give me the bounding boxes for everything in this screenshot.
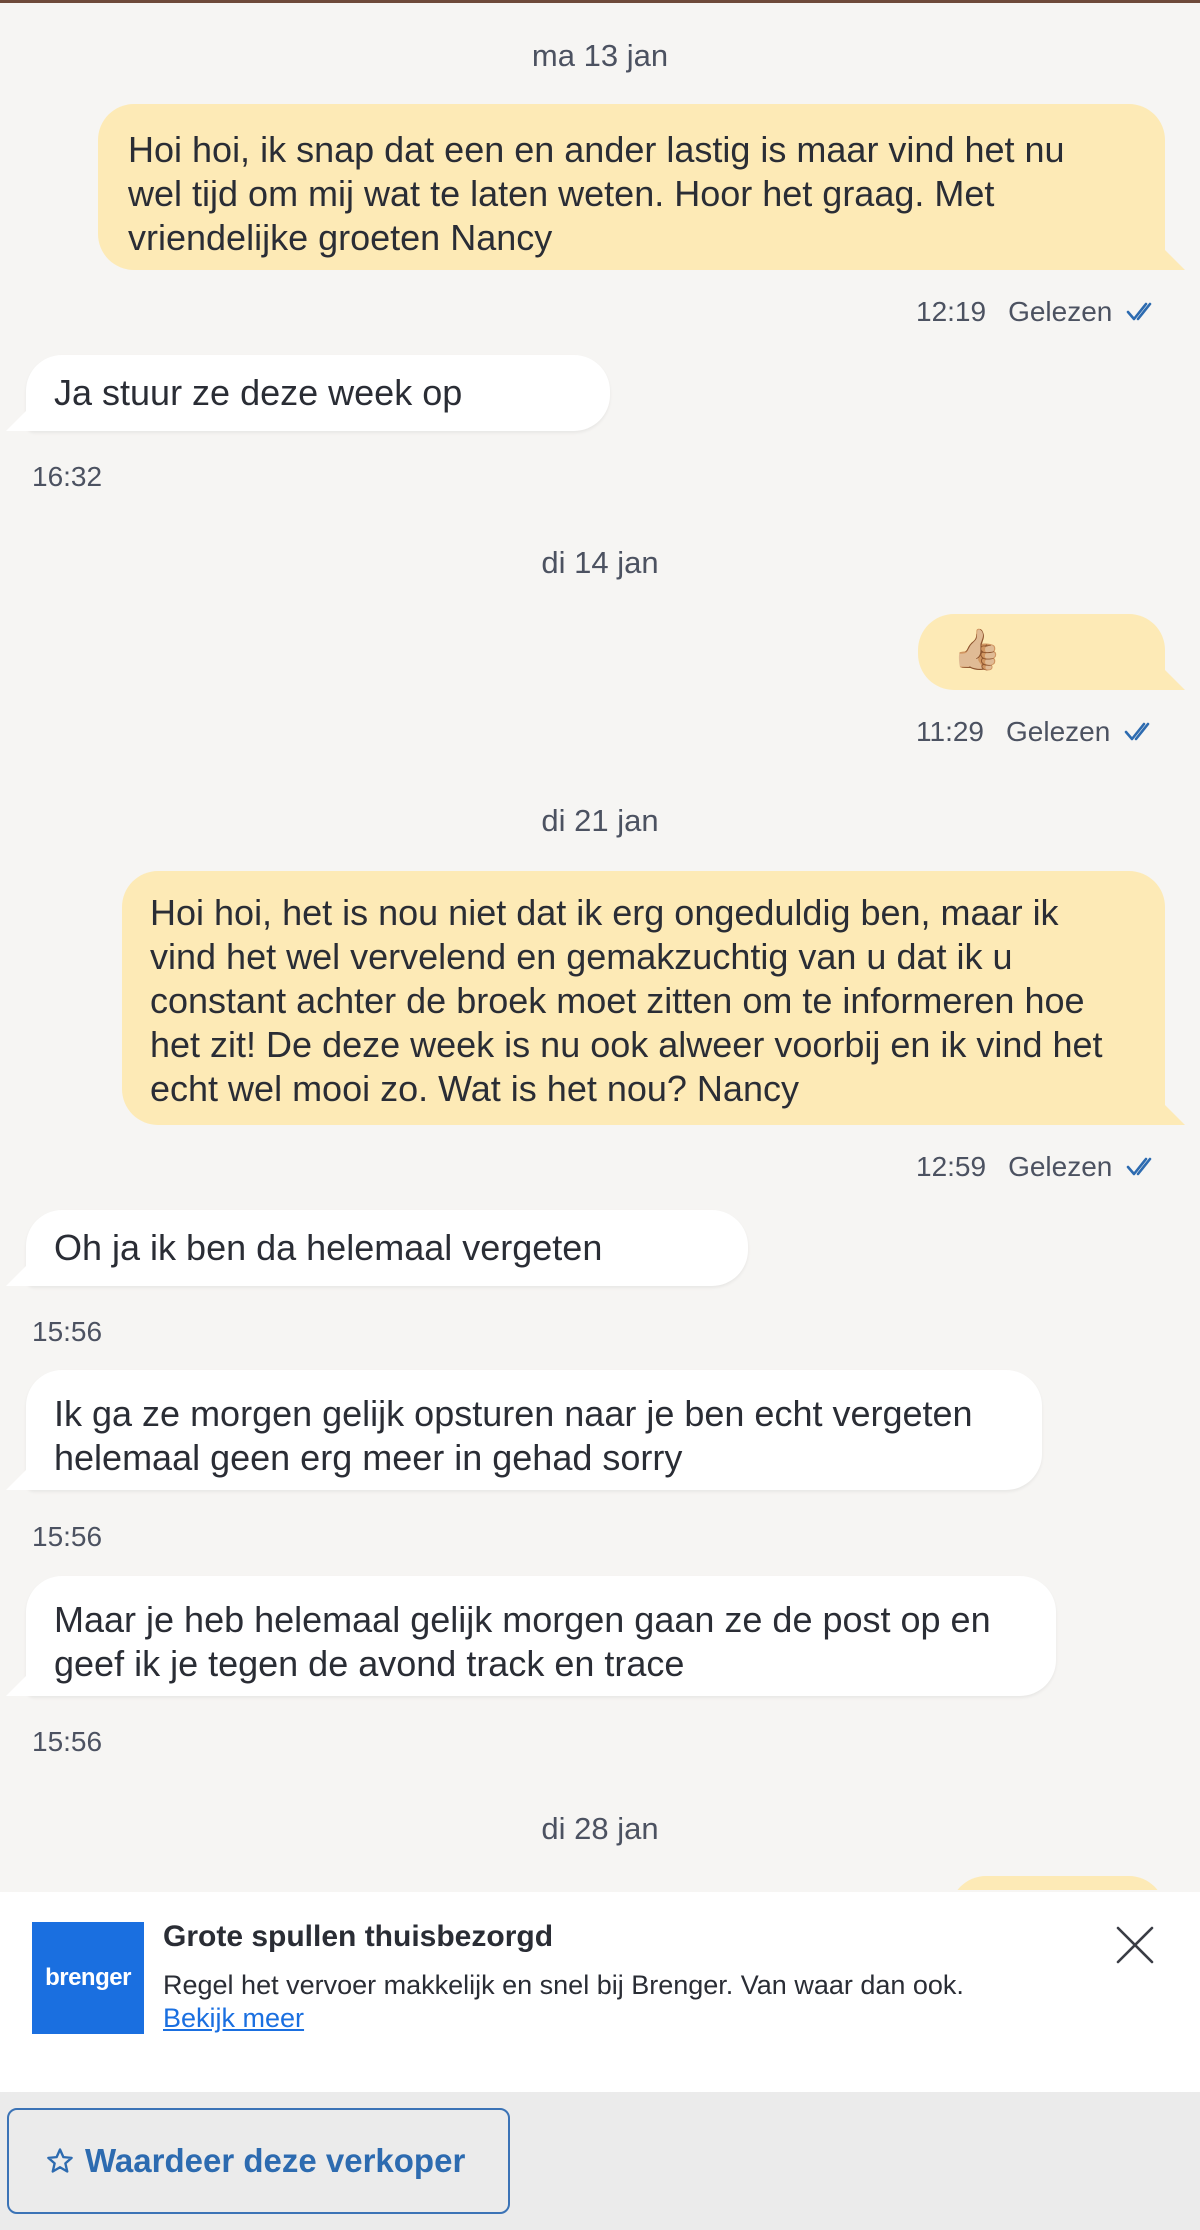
message-time: 11:29	[916, 716, 984, 747]
thumbs-up-emoji: 👍🏼	[952, 628, 1002, 672]
date-separator: di 14 jan	[541, 545, 659, 580]
message-time: 12:19	[916, 296, 987, 327]
message-text: Hoi hoi, het is nou niet dat ik erg onge…	[150, 892, 1103, 1109]
message-meta: 12:59 Gelezen	[916, 1151, 1160, 1183]
read-status: Gelezen	[1008, 1151, 1113, 1182]
outgoing-message[interactable]: Hoi hoi, het is nou niet dat ik erg onge…	[122, 871, 1165, 1125]
ad-link[interactable]: Bekijk meer	[163, 2003, 304, 2034]
date-separator: ma 13 jan	[531, 38, 669, 73]
ad-title: Grote spullen thuisbezorgd	[163, 1920, 554, 1953]
incoming-message[interactable]: Ik ga ze morgen gelijk opsturen naar je …	[26, 1370, 1042, 1490]
incoming-message[interactable]: Oh ja ik ben da helemaal vergeten	[26, 1210, 748, 1286]
message-time: 16:32	[32, 461, 103, 492]
message-text: Oh ja ik ben da helemaal vergeten	[54, 1227, 603, 1268]
message-text: Ik ga ze morgen gelijk opsturen naar je …	[54, 1393, 973, 1478]
incoming-message[interactable]: Ja stuur ze deze week op	[26, 355, 610, 431]
date-separator: di 21 jan	[541, 803, 659, 838]
read-status: Gelezen	[1008, 296, 1113, 327]
rate-seller-label: Waardeer deze verkoper	[85, 2142, 466, 2179]
message-time: 15:56	[32, 1726, 103, 1757]
double-check-icon	[1124, 722, 1150, 741]
double-check-icon	[1127, 302, 1152, 321]
read-status: Gelezen	[1006, 716, 1111, 747]
message-time: 15:56	[32, 1521, 103, 1552]
outgoing-message[interactable]: 👍🏼	[918, 614, 1165, 690]
date-separator: di 28 jan	[541, 1811, 659, 1846]
brenger-logo: brenger	[32, 1922, 144, 2034]
message-text: Ja stuur ze deze week op	[54, 372, 463, 413]
footer-bar: Waardeer deze verkoper	[0, 2092, 1200, 2230]
star-outline-icon	[45, 2146, 75, 2176]
ad-description: Regel het vervoer makkelijk en snel bij …	[163, 1970, 964, 2000]
message-time: 12:59	[916, 1151, 987, 1182]
message-text: Hoi hoi, ik snap dat een en ander lastig…	[128, 129, 1065, 258]
message-meta: 12:19 Gelezen	[916, 296, 1160, 328]
ad-banner[interactable]: brenger Grote spullen thuisbezorgd Regel…	[0, 1892, 1200, 2092]
outgoing-message[interactable]: Hoi hoi, ik snap dat een en ander lastig…	[98, 104, 1165, 270]
incoming-message[interactable]: Maar je heb helemaal gelijk morgen gaan …	[26, 1576, 1056, 1696]
message-meta: 11:29 Gelezen	[916, 716, 1158, 748]
rate-seller-button[interactable]: Waardeer deze verkoper	[7, 2108, 510, 2214]
outgoing-message-partial[interactable]	[950, 1876, 1165, 1890]
double-check-icon	[1127, 1157, 1152, 1176]
message-time: 15:56	[32, 1316, 103, 1347]
message-text: Maar je heb helemaal gelijk morgen gaan …	[54, 1599, 991, 1684]
chat-thread[interactable]: ma 13 jan Hoi hoi, ik snap dat een en an…	[0, 0, 1200, 1890]
close-icon[interactable]	[1112, 1922, 1158, 1968]
